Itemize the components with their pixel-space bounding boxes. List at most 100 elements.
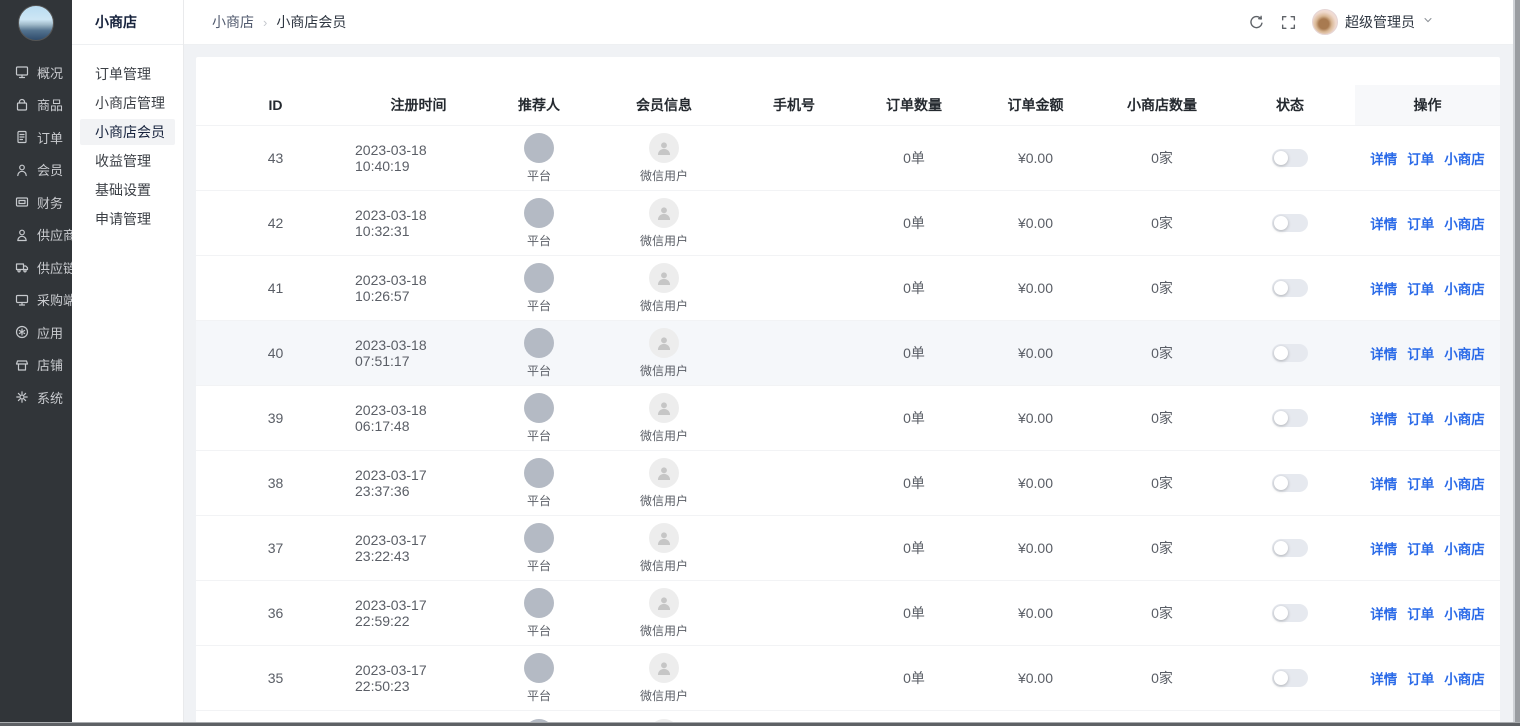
cell-order-amount: ¥0.00 [972, 191, 1099, 255]
detail-link[interactable]: 详情 [1370, 668, 1397, 688]
referrer-label: 平台 [527, 297, 551, 314]
cell-id: 38 [196, 451, 355, 515]
cell-actions: 详情 订单 小商店 [1355, 126, 1500, 190]
submenu-item-application-management[interactable]: 申请管理 [80, 206, 175, 232]
order-link[interactable]: 订单 [1407, 148, 1434, 168]
logo-image [18, 5, 54, 41]
breadcrumb-item-shop[interactable]: 小商店 [212, 12, 254, 32]
shop-link[interactable]: 小商店 [1444, 668, 1485, 688]
table-row: 38 2023-03-17 23:37:36 平台 微信用户 [196, 450, 1500, 515]
detail-link[interactable]: 详情 [1370, 213, 1397, 233]
submenu-item-basic-settings[interactable]: 基础设置 [80, 177, 175, 203]
person-silhouette-icon [655, 269, 673, 287]
detail-link[interactable]: 详情 [1370, 538, 1397, 558]
submenu-item-order-management[interactable]: 订单管理 [80, 61, 175, 87]
detail-link[interactable]: 详情 [1370, 473, 1397, 493]
order-link[interactable]: 订单 [1407, 213, 1434, 233]
submenu-item-shop-members[interactable]: 小商店会员 [80, 119, 175, 145]
status-toggle[interactable] [1272, 604, 1308, 622]
sidebar-item-label: 订单 [37, 128, 63, 147]
table-row: 37 2023-03-17 23:22:43 平台 微信用户 [196, 515, 1500, 580]
cell-order-count: 0单 [856, 581, 972, 645]
submenu-item-revenue-management[interactable]: 收益管理 [80, 148, 175, 174]
shop-link[interactable]: 小商店 [1444, 408, 1485, 428]
status-toggle[interactable] [1272, 149, 1308, 167]
cell-member-info: 微信用户 [596, 581, 732, 645]
sidebar-item-procurement[interactable]: 采购端 [0, 284, 72, 317]
table-row: 40 2023-03-18 07:51:17 平台 微信用户 [196, 320, 1500, 385]
submenu-item-shop-management[interactable]: 小商店管理 [80, 90, 175, 116]
shop-link[interactable]: 小商店 [1444, 603, 1485, 623]
detail-link[interactable]: 详情 [1370, 278, 1397, 298]
sidebar-item-goods[interactable]: 商品 [0, 89, 72, 122]
shop-link[interactable]: 小商店 [1444, 343, 1485, 363]
sidebar-item-shop[interactable]: 店铺 [0, 349, 72, 382]
shop-link[interactable]: 小商店 [1444, 148, 1485, 168]
shop-link[interactable]: 小商店 [1444, 213, 1485, 233]
sidebar-item-apps[interactable]: 应用 [0, 316, 72, 349]
shop-link[interactable]: 小商店 [1444, 278, 1485, 298]
toggle-knob [1274, 216, 1288, 230]
order-link[interactable]: 订单 [1407, 473, 1434, 493]
cell-id: 36 [196, 581, 355, 645]
member-label: 微信用户 [640, 557, 688, 574]
column-header-shop-count: 小商店数量 [1099, 85, 1225, 125]
breadcrumb-separator-icon: › [263, 15, 267, 30]
primary-sidebar: 概况 商品 订单 会员 财务 供应商 [0, 0, 72, 726]
member-avatar [649, 588, 679, 618]
status-toggle[interactable] [1272, 214, 1308, 232]
referrer-avatar [524, 263, 554, 293]
sidebar-item-label: 系统 [37, 388, 63, 407]
app-logo[interactable] [0, 0, 72, 46]
cell-shop-count: 0家 [1099, 191, 1225, 255]
secondary-sidebar: 小商店 订单管理 小商店管理 小商店会员 收益管理 基础设置 申请管理 [72, 0, 184, 726]
sidebar-item-suppliers[interactable]: 供应商 [0, 219, 72, 252]
referrer-avatar [524, 588, 554, 618]
cell-phone [732, 191, 856, 255]
detail-link[interactable]: 详情 [1370, 148, 1397, 168]
sidebar-item-finance[interactable]: 财务 [0, 186, 72, 219]
sidebar-item-orders[interactable]: 订单 [0, 121, 72, 154]
user-menu[interactable]: 超级管理员 [1312, 9, 1434, 35]
order-link[interactable]: 订单 [1407, 538, 1434, 558]
shop-link[interactable]: 小商店 [1444, 473, 1485, 493]
sidebar-item-system[interactable]: 系统 [0, 381, 72, 414]
cell-status [1225, 581, 1355, 645]
order-link[interactable]: 订单 [1407, 668, 1434, 688]
detail-link[interactable]: 详情 [1370, 603, 1397, 623]
cell-order-count: 0单 [856, 386, 972, 450]
sidebar-item-overview[interactable]: 概况 [0, 56, 72, 89]
sidebar-item-members[interactable]: 会员 [0, 154, 72, 187]
cell-referrer: 平台 [482, 256, 596, 320]
table-row: 41 2023-03-18 10:26:57 平台 微信用户 [196, 255, 1500, 320]
order-link[interactable]: 订单 [1407, 408, 1434, 428]
cell-shop-count: 0家 [1099, 451, 1225, 515]
sidebar-item-label: 店铺 [37, 355, 63, 374]
detail-link[interactable]: 详情 [1370, 408, 1397, 428]
window-scrollbar[interactable] [1513, 0, 1520, 726]
cell-register-time: 2023-03-17 23:37:36 [355, 451, 482, 515]
user-avatar [1312, 9, 1338, 35]
detail-link[interactable]: 详情 [1370, 343, 1397, 363]
order-link[interactable]: 订单 [1407, 343, 1434, 363]
status-toggle[interactable] [1272, 279, 1308, 297]
referrer-label: 平台 [527, 232, 551, 249]
fullscreen-icon[interactable] [1280, 14, 1297, 31]
status-toggle[interactable] [1272, 409, 1308, 427]
table-row: 35 2023-03-17 22:50:23 平台 微信用户 [196, 645, 1500, 710]
status-toggle[interactable] [1272, 344, 1308, 362]
member-avatar [649, 328, 679, 358]
sidebar-item-supply-chain[interactable]: 供应链 [0, 251, 72, 284]
apps-icon [14, 324, 30, 340]
content-area: ID 注册时间 推荐人 会员信息 手机号 订单数量 订单金额 小商店数量 状态 … [184, 45, 1520, 726]
status-toggle[interactable] [1272, 539, 1308, 557]
cell-actions: 详情 订单 小商店 [1355, 321, 1500, 385]
status-toggle[interactable] [1272, 669, 1308, 687]
status-toggle[interactable] [1272, 474, 1308, 492]
sidebar-item-label: 商品 [37, 95, 63, 114]
order-link[interactable]: 订单 [1407, 603, 1434, 623]
refresh-icon[interactable] [1248, 14, 1265, 31]
order-link[interactable]: 订单 [1407, 278, 1434, 298]
shop-link[interactable]: 小商店 [1444, 538, 1485, 558]
person-silhouette-icon [655, 334, 673, 352]
